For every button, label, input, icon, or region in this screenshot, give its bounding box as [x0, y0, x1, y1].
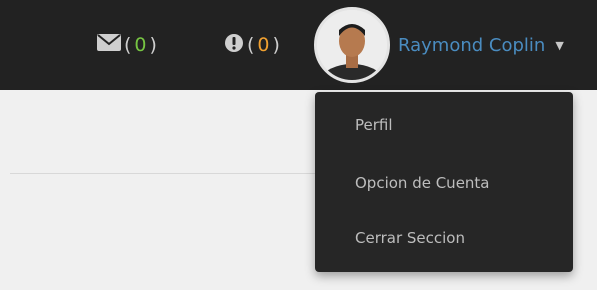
alerts-button[interactable]: ( 0 ) — [224, 0, 280, 90]
alerts-open-paren: ( — [247, 34, 255, 56]
menu-item-cerrar-seccion[interactable]: Cerrar Seccion — [355, 229, 465, 247]
menu-item-opcion-de-cuenta[interactable]: Opcion de Cuenta — [355, 174, 490, 192]
user-name[interactable]: Raymond Coplin — [398, 35, 545, 56]
caret-down-icon[interactable]: ▼ — [555, 39, 563, 52]
messages-button[interactable]: ( 0 ) — [97, 0, 157, 90]
messages-close-paren: ) — [149, 34, 157, 56]
avatar[interactable] — [314, 7, 390, 83]
user-dropdown-menu: Perfil Opcion de Cuenta Cerrar Seccion — [315, 92, 573, 272]
content-divider — [10, 173, 320, 174]
user-menu-toggle[interactable]: Raymond Coplin ▼ — [314, 0, 564, 90]
top-navbar: ( 0 ) ( 0 ) Raymond Coplin ▼ — [0, 0, 597, 90]
menu-item-perfil[interactable]: Perfil — [355, 116, 393, 134]
alerts-close-paren: ) — [272, 34, 280, 56]
envelope-icon — [97, 34, 121, 56]
exclamation-circle-icon — [224, 33, 244, 58]
alerts-count: 0 — [257, 34, 270, 56]
messages-count: 0 — [134, 34, 147, 56]
messages-open-paren: ( — [124, 34, 132, 56]
